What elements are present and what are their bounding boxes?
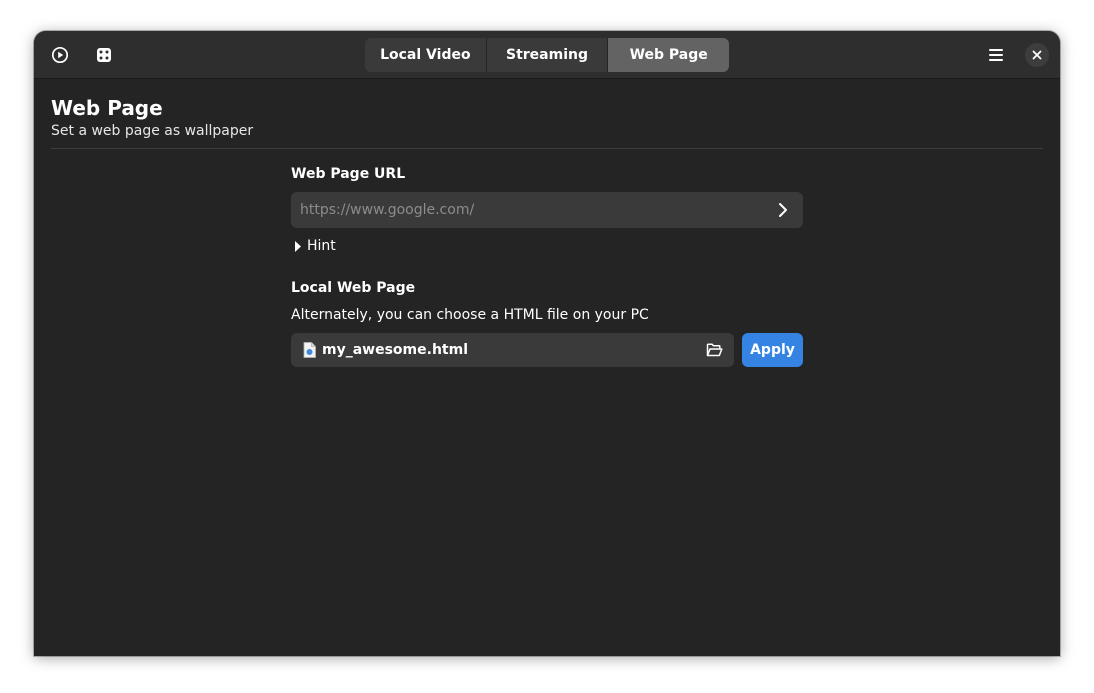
folder-open-icon: [706, 343, 723, 357]
close-window-button[interactable]: [1025, 43, 1049, 67]
selected-file-name: my_awesome.html: [322, 342, 468, 358]
close-icon: [1032, 50, 1042, 60]
header-bar: Local Video Streaming Web Page: [34, 31, 1060, 79]
hint-label: Hint: [307, 238, 336, 254]
url-section-label: Web Page URL: [291, 166, 406, 182]
tab-web-page[interactable]: Web Page: [608, 38, 729, 72]
local-section-description: Alternately, you can choose a HTML file …: [291, 307, 649, 323]
tab-local-video[interactable]: Local Video: [365, 38, 487, 72]
main-menu-button[interactable]: [979, 39, 1013, 71]
dice-icon: [97, 48, 111, 62]
view-switcher: Local Video Streaming Web Page: [365, 38, 729, 72]
random-button[interactable]: [87, 39, 121, 71]
page-title: Web Page: [51, 96, 163, 120]
url-input[interactable]: [291, 192, 761, 228]
file-chooser-button[interactable]: my_awesome.html: [291, 333, 734, 367]
page-subtitle: Set a web page as wallpaper: [51, 123, 254, 139]
apply-button[interactable]: Apply: [742, 333, 803, 367]
play-button[interactable]: [43, 39, 77, 71]
tab-streaming[interactable]: Streaming: [486, 38, 609, 72]
expander-arrow-icon: [295, 240, 301, 252]
play-circle-icon: [51, 46, 69, 64]
url-go-button[interactable]: [769, 196, 797, 224]
html-file-icon: [303, 342, 316, 358]
open-folder-button[interactable]: [702, 338, 726, 362]
hamburger-menu-icon: [989, 49, 1003, 61]
header-divider: [51, 148, 1043, 149]
app-window: Local Video Streaming Web Page Web Page …: [34, 31, 1060, 656]
chevron-right-icon: [779, 203, 787, 217]
url-entry-container: [291, 192, 803, 228]
local-section-label: Local Web Page: [291, 280, 416, 296]
hint-expander[interactable]: Hint: [295, 236, 336, 256]
